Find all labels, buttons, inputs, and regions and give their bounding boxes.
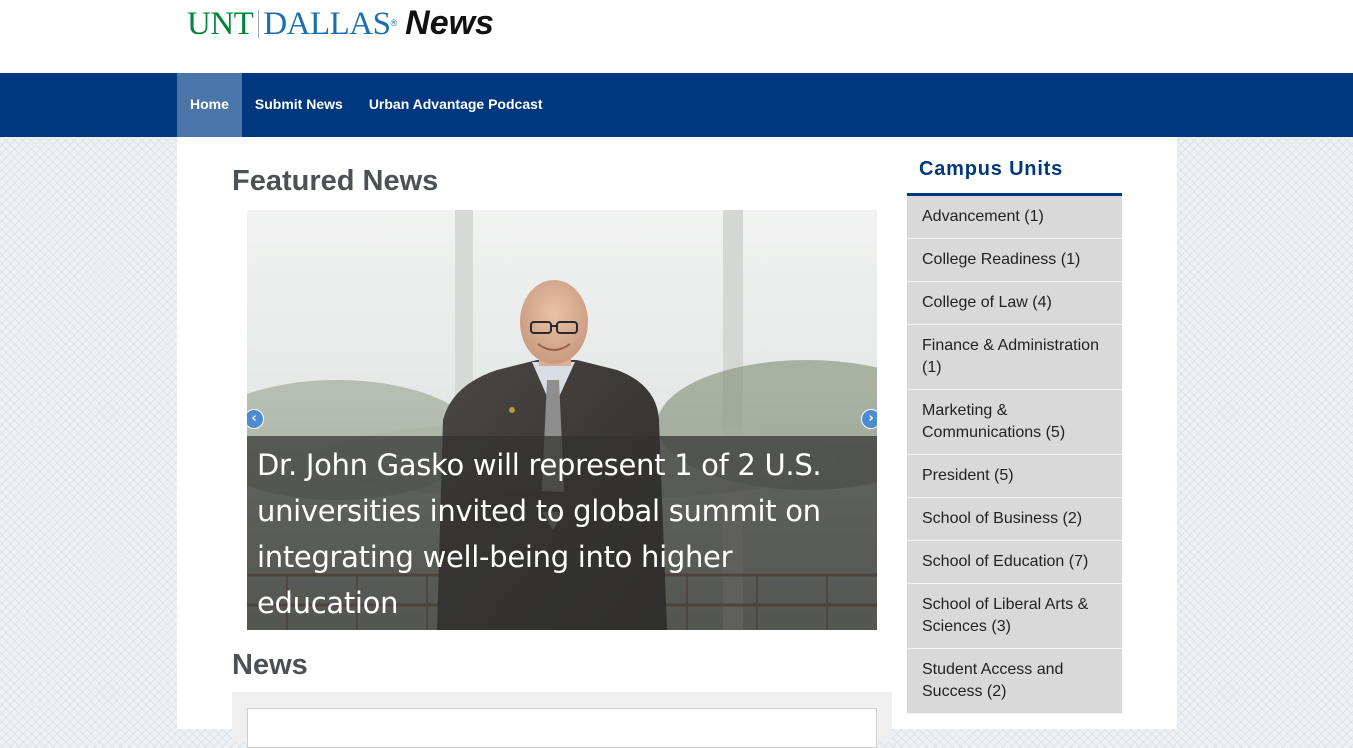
campus-unit-item[interactable]: Advancement (1): [907, 196, 1122, 239]
campus-units-list: Advancement (1) College Readiness (1) Co…: [907, 196, 1122, 714]
news-list: [232, 692, 892, 748]
campus-unit-item[interactable]: College Readiness (1): [907, 239, 1122, 282]
campus-unit-item[interactable]: Marketing & Communications (5): [907, 390, 1122, 455]
nav-item-home[interactable]: Home: [177, 73, 242, 137]
campus-units-title: Campus Units: [919, 158, 1064, 180]
campus-unit-item[interactable]: Finance & Administration (1): [907, 325, 1122, 390]
news-card[interactable]: [247, 708, 877, 748]
campus-unit-item[interactable]: President (5): [907, 455, 1122, 498]
logo-unt-text: UNT: [187, 6, 254, 42]
nav-item-submit-news[interactable]: Submit News: [242, 73, 356, 137]
nav-items: Home Submit News Urban Advantage Podcast: [177, 73, 556, 137]
content-area: Featured News Dr. John Gasko will repres…: [177, 137, 1177, 748]
nav-item-podcast[interactable]: Urban Advantage Podcast: [356, 73, 556, 137]
campus-units-heading: Campus Units: [907, 155, 1122, 196]
carousel-caption[interactable]: Dr. John Gasko will represent 1 of 2 U.S…: [247, 436, 877, 630]
site-logo[interactable]: UNT DALLAS ® News: [187, 4, 494, 44]
carousel-next-icon[interactable]: ›: [861, 409, 877, 429]
featured-carousel[interactable]: Dr. John Gasko will represent 1 of 2 U.S…: [247, 210, 877, 630]
logo-dallas-text: DALLAS: [263, 6, 391, 42]
campus-unit-item[interactable]: School of Liberal Arts & Sciences (3): [907, 584, 1122, 649]
logo-news-text: News: [405, 4, 494, 42]
site-header: UNT DALLAS ® News: [0, 0, 1353, 73]
news-heading: News: [232, 649, 308, 681]
main-nav: Home Submit News Urban Advantage Podcast: [0, 73, 1353, 137]
campus-unit-item[interactable]: Student Access and Success (2): [907, 649, 1122, 714]
featured-news-heading: Featured News: [232, 165, 439, 197]
logo-divider: [258, 10, 260, 38]
campus-unit-item[interactable]: School of Business (2): [907, 498, 1122, 541]
campus-unit-item[interactable]: College of Law (4): [907, 282, 1122, 325]
campus-unit-item[interactable]: School of Education (7): [907, 541, 1122, 584]
logo-registered-mark: ®: [390, 18, 398, 28]
